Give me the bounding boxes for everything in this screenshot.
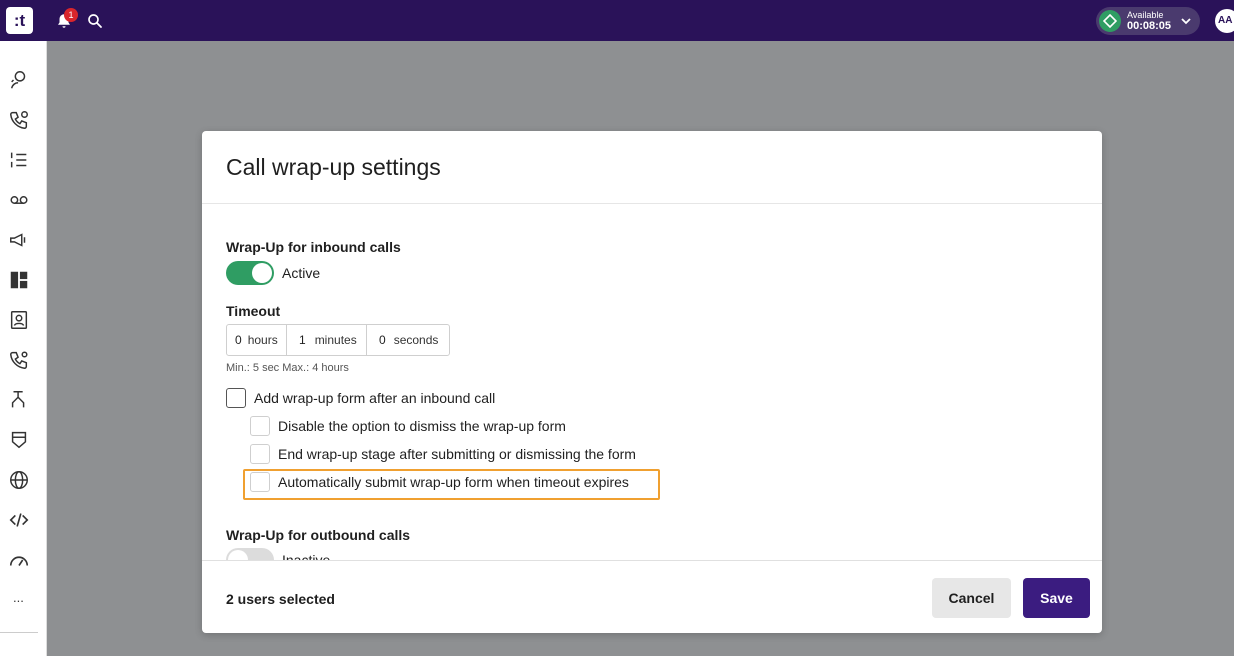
search-icon[interactable] [86,12,104,30]
disable-dismiss-option[interactable]: Disable the option to dismiss the wrap-u… [250,416,566,436]
minutes-value: 1 [299,333,306,347]
toggle-knob [228,550,248,560]
minutes-unit: minutes [314,333,357,347]
timeout-input-group: 0 hours 1 minutes 0 seconds [226,324,450,356]
seconds-unit: seconds [393,333,439,347]
wrap-up-settings-dialog: Call wrap-up settings Wrap-Up for inboun… [202,131,1102,633]
end-stage-checkbox[interactable] [250,444,270,464]
phone-clock-icon[interactable] [8,109,30,131]
outbound-section-label: Wrap-Up for outbound calls [226,527,411,543]
phone-settings-icon[interactable] [8,349,30,371]
disable-dismiss-checkbox[interactable] [250,416,270,436]
inbound-section-label: Wrap-Up for inbound calls [226,239,401,255]
selected-users-count: 2 users selected [226,591,335,607]
outbound-wrapup-toggle[interactable] [226,548,274,560]
avatar[interactable]: AA [1215,9,1234,33]
add-wrapup-form-label: Add wrap-up form after an inbound call [254,390,496,406]
dialog-title: Call wrap-up settings [226,154,441,180]
end-stage-option[interactable]: End wrap-up stage after submitting or di… [250,444,636,464]
timeout-seconds-field[interactable]: 0 seconds [367,325,449,355]
status-available-icon [1099,10,1121,32]
end-stage-label: End wrap-up stage after submitting or di… [278,446,636,462]
hours-unit: hours [247,333,278,347]
agent-icon[interactable] [8,69,30,91]
app-logo[interactable]: :t [6,7,33,34]
save-button[interactable]: Save [1023,578,1090,618]
shield-icon[interactable] [8,429,30,451]
sidebar-divider [0,632,38,633]
more-icon[interactable]: ... [13,590,24,605]
cancel-button[interactable]: Cancel [932,578,1011,618]
chevron-down-icon [1181,18,1191,25]
hours-value: 0 [235,333,242,347]
code-icon[interactable] [8,509,30,531]
globe-icon[interactable] [8,469,30,491]
contacts-book-icon[interactable] [8,309,30,331]
voicemail-icon[interactable] [8,189,30,211]
timeout-minutes-field[interactable]: 1 minutes [287,325,367,355]
outbound-toggle-label: Inactive [282,552,331,560]
sidebar: ... [0,41,47,656]
seconds-value: 0 [379,333,386,347]
timeout-hint: Min.: 5 sec Max.: 4 hours [226,362,349,374]
dialog-body[interactable]: Wrap-Up for inbound calls Active Timeout… [202,204,1102,560]
status-label: Available [1127,10,1164,20]
inbound-wrapup-toggle[interactable] [226,261,274,285]
dashboard-icon[interactable] [8,269,30,291]
disable-dismiss-label: Disable the option to dismiss the wrap-u… [278,418,566,434]
routing-icon[interactable] [8,389,30,411]
inbound-toggle-label: Active [282,265,321,281]
dialog-footer: 2 users selected Cancel Save [202,560,1102,633]
notification-badge: 1 [64,8,78,22]
timeout-hours-field[interactable]: 0 hours [227,325,287,355]
list-numbered-icon[interactable] [8,149,30,171]
gauge-icon[interactable] [8,549,30,571]
highlight-box [243,469,660,500]
agent-status-selector[interactable]: Available 00:08:05 [1096,7,1200,35]
dialog-header: Call wrap-up settings [202,131,1102,204]
top-bar: :t 1 Available 00:08:05 AA [0,0,1234,41]
megaphone-icon[interactable] [8,229,30,251]
status-timer: 00:08:05 [1127,20,1172,32]
toggle-knob [252,263,272,283]
add-wrapup-form-option[interactable]: Add wrap-up form after an inbound call [226,388,495,408]
add-wrapup-form-checkbox[interactable] [226,388,246,408]
timeout-label: Timeout [226,303,281,319]
